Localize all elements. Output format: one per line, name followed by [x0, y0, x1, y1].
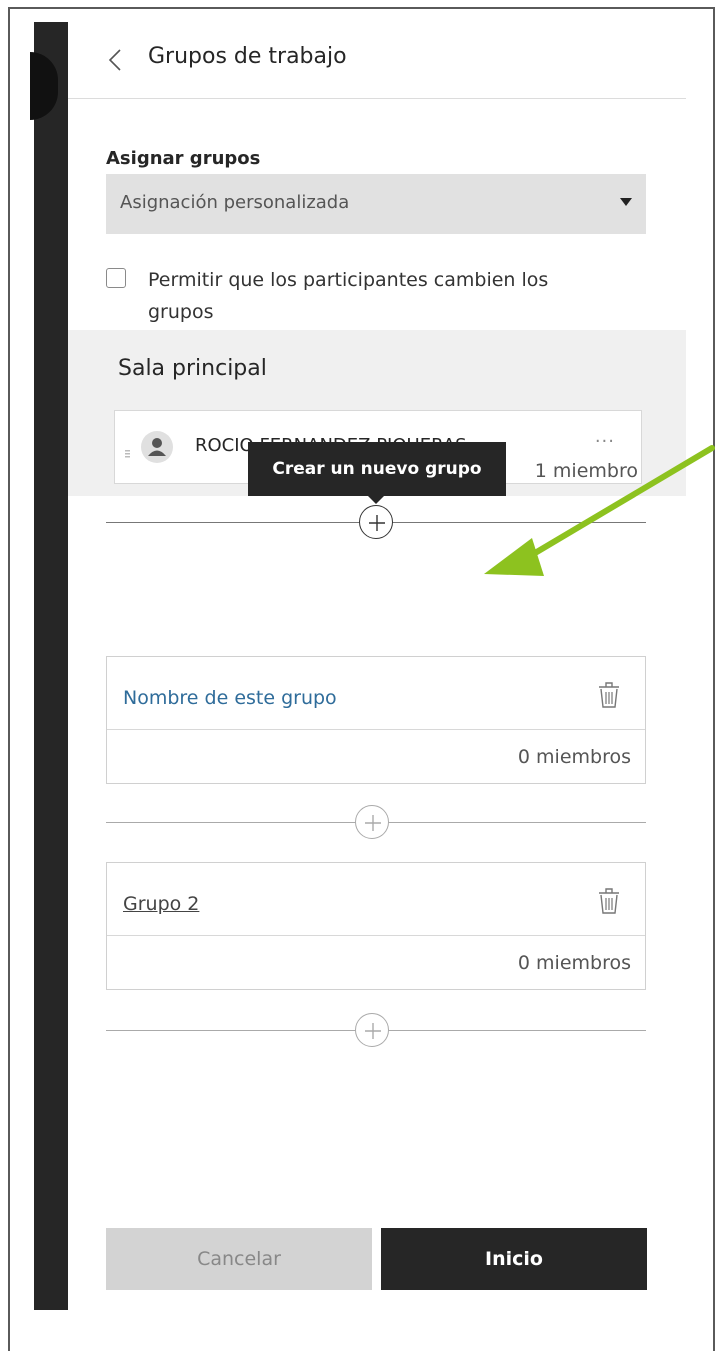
left-dark-bar	[30, 22, 68, 1310]
trash-icon[interactable]	[595, 885, 623, 917]
breakout-groups-panel: Grupos de trabajo Asignar grupos Asignac…	[68, 22, 686, 1310]
back-chevron-icon[interactable]	[104, 42, 128, 78]
add-circle-icon	[365, 815, 381, 831]
sidebar-toggle[interactable]	[30, 52, 58, 120]
allow-change-label[interactable]: Permitir que los participantes cambien l…	[148, 264, 618, 328]
page-title: Grupos de trabajo	[148, 44, 347, 69]
assign-groups-label: Asignar grupos	[106, 148, 261, 169]
add-circle-icon	[369, 515, 385, 531]
group-separator	[107, 729, 645, 730]
drag-handle-icon[interactable]	[125, 443, 130, 458]
add-group-button[interactable]	[359, 505, 393, 539]
cancel-button[interactable]: Cancelar	[106, 1228, 372, 1290]
dropdown-caret-icon	[620, 198, 632, 206]
group-name-input[interactable]: Grupo 2	[123, 893, 199, 915]
group-card: Nombre de este grupo 0 miembros	[106, 656, 646, 784]
allow-change-checkbox[interactable]	[106, 268, 126, 288]
group-card: Grupo 2 0 miembros	[106, 862, 646, 990]
start-button[interactable]: Inicio	[381, 1228, 647, 1290]
add-circle-icon	[365, 1023, 381, 1039]
group-member-count: 0 miembros	[517, 746, 631, 768]
new-group-tooltip: Crear un nuevo grupo	[248, 442, 506, 504]
add-group-button[interactable]	[355, 1013, 389, 1047]
group-member-count: 0 miembros	[517, 952, 631, 974]
group-separator	[107, 935, 645, 936]
main-room-title: Sala principal	[118, 356, 267, 381]
add-group-button[interactable]	[355, 805, 389, 839]
main-room-member-count: 1 miembro	[534, 460, 638, 482]
more-options-icon[interactable]: ···	[595, 431, 615, 452]
trash-icon[interactable]	[595, 679, 623, 711]
panel-header: Grupos de trabajo	[68, 22, 686, 99]
assign-groups-select[interactable]: Asignación personalizada	[106, 174, 646, 234]
assign-groups-value: Asignación personalizada	[120, 192, 350, 213]
group-name-input[interactable]: Nombre de este grupo	[123, 687, 337, 709]
user-icon	[141, 431, 173, 463]
